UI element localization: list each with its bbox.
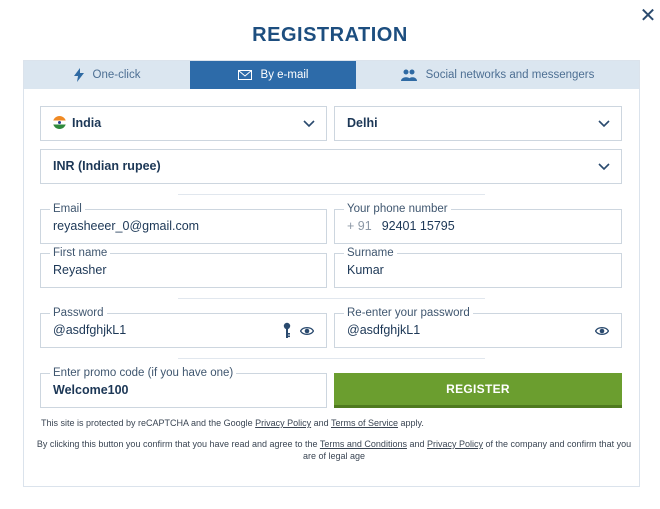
currency-select[interactable]: INR (Indian rupee) [40, 149, 622, 184]
password-value: @asdfghjkL1 [53, 323, 127, 337]
tab-one-click[interactable]: One-click [24, 61, 190, 89]
lightning-icon [73, 68, 84, 82]
terms-of-service-link[interactable]: Terms of Service [331, 418, 398, 428]
close-icon[interactable]: ✕ [638, 6, 658, 26]
users-icon [400, 69, 417, 81]
tab-one-click-label: One-click [92, 69, 141, 81]
city-value: Delhi [347, 116, 378, 130]
terms-and-conditions-link[interactable]: Terms and Conditions [320, 439, 407, 449]
chevron-down-icon [303, 120, 315, 128]
page-title: REGISTRATION [252, 24, 408, 46]
google-privacy-policy-link[interactable]: Privacy Policy [255, 418, 311, 428]
divider [178, 358, 485, 359]
country-select[interactable]: India [40, 106, 327, 141]
divider [178, 298, 485, 299]
surname-field[interactable]: Surname Kumar [334, 246, 622, 288]
phone-country-code: + 91 [347, 219, 372, 233]
company-privacy-policy-link[interactable]: Privacy Policy [427, 439, 483, 449]
password-confirm-field[interactable]: Re-enter your password @asdfghjkL1 [334, 306, 622, 348]
recaptcha-text: This site is protected by reCAPTCHA and … [41, 418, 256, 428]
first-name-value: Reyasher [53, 263, 107, 277]
consent-text: and [406, 439, 427, 449]
promo-code-field[interactable]: Enter promo code (if you have one) Welco… [40, 366, 327, 408]
password-field[interactable]: Password @asdfghjkL1 [40, 306, 327, 348]
eye-icon[interactable] [300, 324, 314, 338]
first-name-field[interactable]: First name Reyasher [40, 246, 327, 288]
country-value: India [72, 116, 102, 130]
chevron-down-icon [598, 163, 610, 171]
recaptcha-notice: This site is protected by reCAPTCHA and … [41, 417, 621, 429]
divider [178, 194, 485, 195]
phone-field[interactable]: Your phone number + 91 92401 15795 [334, 202, 622, 244]
promo-code-value: Welcome100 [53, 383, 129, 397]
consent-notice: By clicking this button you confirm that… [36, 438, 632, 462]
surname-value: Kumar [347, 263, 384, 277]
consent-text: By clicking this button you confirm that… [36, 439, 320, 449]
recaptcha-text: apply. [398, 418, 424, 428]
phone-value: 92401 15795 [381, 219, 455, 233]
register-button[interactable]: REGISTER [334, 373, 622, 408]
tab-social-networks-label: Social networks and messengers [425, 69, 595, 81]
password-confirm-value: @asdfghjkL1 [347, 323, 421, 337]
tab-by-email[interactable]: By e-mail [190, 61, 356, 89]
tab-social-networks[interactable]: Social networks and messengers [356, 61, 639, 89]
registration-tabs: One-click By e-mail Social networks and … [24, 61, 639, 89]
tab-by-email-label: By e-mail [260, 69, 309, 81]
currency-value: INR (Indian rupee) [53, 159, 161, 173]
envelope-icon [237, 70, 252, 80]
city-select[interactable]: Delhi [334, 106, 622, 141]
chevron-down-icon [598, 120, 610, 128]
email-field[interactable]: Email reyasheeer_0@gmail.com [40, 202, 327, 244]
recaptcha-text: and [311, 418, 331, 428]
eye-icon[interactable] [595, 324, 609, 338]
key-icon[interactable] [282, 322, 292, 339]
email-value: reyasheeer_0@gmail.com [53, 219, 200, 233]
india-flag-icon [53, 116, 66, 129]
